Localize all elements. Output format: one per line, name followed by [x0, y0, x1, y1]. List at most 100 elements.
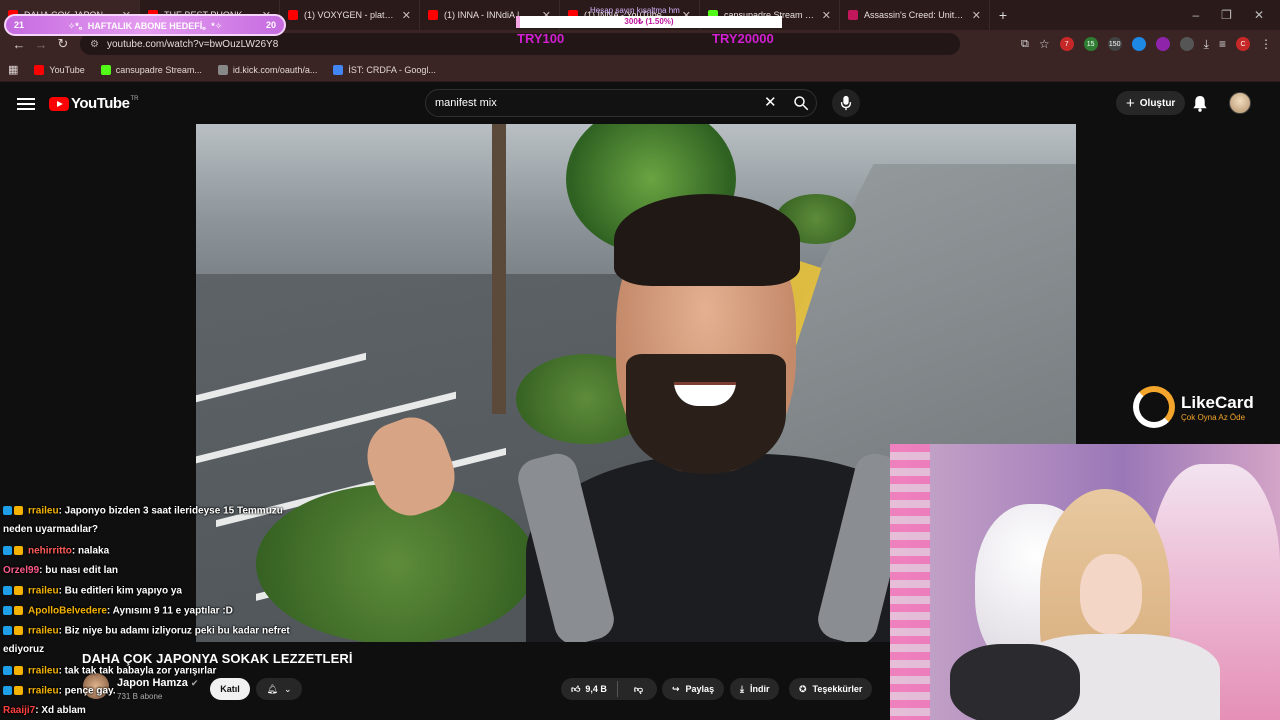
browser-tab[interactable]: Assassin's Creed: Unity Türkçe ✕ [840, 0, 990, 30]
chat-username[interactable]: rraileu [28, 626, 59, 637]
donation-progress-bar: 300₺ (1.50%) [516, 16, 782, 28]
new-tab-button[interactable]: + [990, 7, 1016, 23]
window-controls: – ❐ ✕ [1192, 8, 1280, 22]
donation-progress-fill [516, 16, 520, 28]
youtube-wordmark: YouTube [71, 95, 130, 112]
download-arrow-icon: ⤓ [740, 683, 744, 694]
maximize-icon[interactable]: ❐ [1221, 8, 1232, 22]
youtube-logo[interactable]: YouTube TR [49, 95, 138, 112]
search-icon[interactable] [792, 94, 810, 112]
goal-current: 21 [14, 20, 25, 30]
url-text: youtube.com/watch?v=bwOuzLW26Y8 [106, 38, 279, 50]
platform-badge-icon [3, 685, 12, 695]
back-icon[interactable]: ← [8, 37, 30, 52]
likecard-logo-icon [1133, 386, 1175, 428]
streamer-webcam [890, 444, 1280, 720]
bookmark-item[interactable]: YouTube [34, 64, 85, 75]
clear-search-icon[interactable]: ✕ [764, 93, 777, 111]
voice-search-button[interactable] [832, 89, 860, 117]
extension-badge-15-icon[interactable]: 15 [1083, 37, 1098, 51]
tab-title: Assassin's Creed: Unity Türkçe [864, 10, 966, 20]
site-info-icon[interactable]: ⚙ [90, 39, 99, 50]
chat-username[interactable]: ApolloBelvedere [28, 606, 107, 617]
search-input[interactable] [426, 97, 746, 109]
like-button[interactable]: 👍︎ 9,4 B [561, 681, 618, 697]
subscriber-badge-icon [14, 685, 23, 695]
chat-username[interactable]: Raaiji7 [3, 705, 35, 716]
extension-puzzle-icon[interactable] [1179, 37, 1194, 51]
chat-text: : Aynısını 9 11 e yaptılar :D [106, 605, 233, 617]
bookmark-label: cansupadre Stream... [115, 64, 202, 75]
chat-badges [3, 682, 25, 700]
share-label: Paylaş [685, 684, 715, 694]
notifications-bell-icon[interactable] [1192, 95, 1208, 112]
extension-blue-icon[interactable] [1131, 37, 1146, 51]
profile-icon[interactable]: C [1236, 37, 1250, 51]
platform-badge-icon [3, 605, 12, 615]
minimize-icon[interactable]: – [1192, 8, 1199, 22]
like-count: 9,4 B [585, 684, 607, 694]
tab-close-icon[interactable]: ✕ [822, 9, 831, 22]
chat-username[interactable]: rraileu [28, 686, 59, 697]
share-button[interactable]: ↪ Paylaş [662, 678, 725, 700]
bookmark-favicon-icon [100, 64, 111, 75]
share-icon: ↪ [672, 683, 680, 694]
dislike-button[interactable]: 👎︎ [624, 684, 653, 695]
thanks-button[interactable]: ✪ Teşekkürler [789, 678, 873, 700]
platform-badge-icon [3, 545, 12, 555]
account-avatar[interactable] [1229, 92, 1251, 114]
donation-min-label: TRY100 [517, 31, 565, 46]
platform-badge-icon [3, 665, 12, 675]
tab-close-icon[interactable]: ✕ [972, 9, 981, 22]
subscriber-goal-bar: 21 ✧*。HAFTALIK ABONE HEDEFİ。*✧ 20 [4, 14, 286, 36]
platform-badge-icon [3, 585, 12, 595]
download-icon[interactable]: ⤓ [1204, 37, 1209, 52]
chat-username[interactable]: rraileu [28, 586, 59, 597]
create-label: Oluştur [1139, 97, 1176, 109]
platform-badge-icon [3, 505, 12, 515]
bookmark-favicon-icon [333, 64, 344, 75]
menu-icon[interactable] [17, 97, 35, 110]
extension-badge-7-icon[interactable]: 7 [1059, 37, 1074, 51]
plus-icon: + [1126, 94, 1135, 112]
reload-icon[interactable]: ↻ [52, 36, 74, 52]
forward-icon[interactable]: → [30, 37, 52, 52]
chat-message: Raaiji7: Xd ablam [0, 700, 300, 720]
bookmark-label: İST: CRDFA - Googl... [348, 64, 436, 75]
microphone-icon [840, 95, 852, 111]
media-control-icon[interactable]: ≡ [1219, 37, 1226, 51]
thumbs-up-icon: 👍︎ [571, 683, 581, 694]
extension-badge-150-icon[interactable]: 150 [1107, 37, 1122, 51]
chat-badges [3, 502, 25, 520]
bookmark-item[interactable]: İST: CRDFA - Googl... [333, 64, 436, 75]
download-video-button[interactable]: ⤓ İndir [730, 678, 780, 700]
subscriber-badge-icon [14, 585, 23, 595]
like-dislike-group: 👍︎ 9,4 B 👎︎ [561, 678, 657, 700]
bookmark-favicon-icon [34, 64, 45, 75]
webcam-streamer-legs [950, 644, 1080, 720]
browser-menu-icon[interactable]: ⋮ [1260, 37, 1272, 51]
extension-purple-icon[interactable] [1155, 37, 1170, 51]
tab-favicon-icon [288, 10, 298, 20]
close-window-icon[interactable]: ✕ [1254, 8, 1264, 22]
chat-username[interactable]: nehirritto [28, 546, 72, 557]
tab-close-icon[interactable]: ✕ [402, 9, 411, 22]
subscriber-badge-icon [14, 605, 23, 615]
browser-tab[interactable]: (1) VOXYGEN - plateau (ar ✕ [280, 0, 420, 30]
chat-badges [3, 582, 25, 600]
subscriber-badge-icon [14, 545, 23, 555]
create-button[interactable]: + Oluştur [1116, 91, 1186, 115]
chat-username[interactable]: rraileu [28, 506, 59, 517]
install-app-icon[interactable]: ⧉ [1021, 38, 1029, 51]
bookmark-item[interactable]: cansupadre Stream... [100, 64, 202, 75]
donation-ticker: Hesap sayın kısaltma hm [590, 6, 680, 15]
bookmark-item[interactable]: id.kick.com/oauth/a... [217, 64, 317, 75]
chat-message: rraileu: Japonyo bizden 3 saat ilerideys… [0, 500, 300, 541]
bookmark-star-icon[interactable]: ☆ [1039, 37, 1050, 51]
tab-favicon-icon [848, 10, 858, 20]
chat-username[interactable]: rraileu [28, 666, 59, 677]
webcam-fairy-lights [890, 444, 930, 720]
chat-username[interactable]: Orzel99 [3, 565, 39, 576]
video-person-hair [614, 194, 800, 286]
apps-grid-icon[interactable]: ▦ [8, 63, 18, 76]
